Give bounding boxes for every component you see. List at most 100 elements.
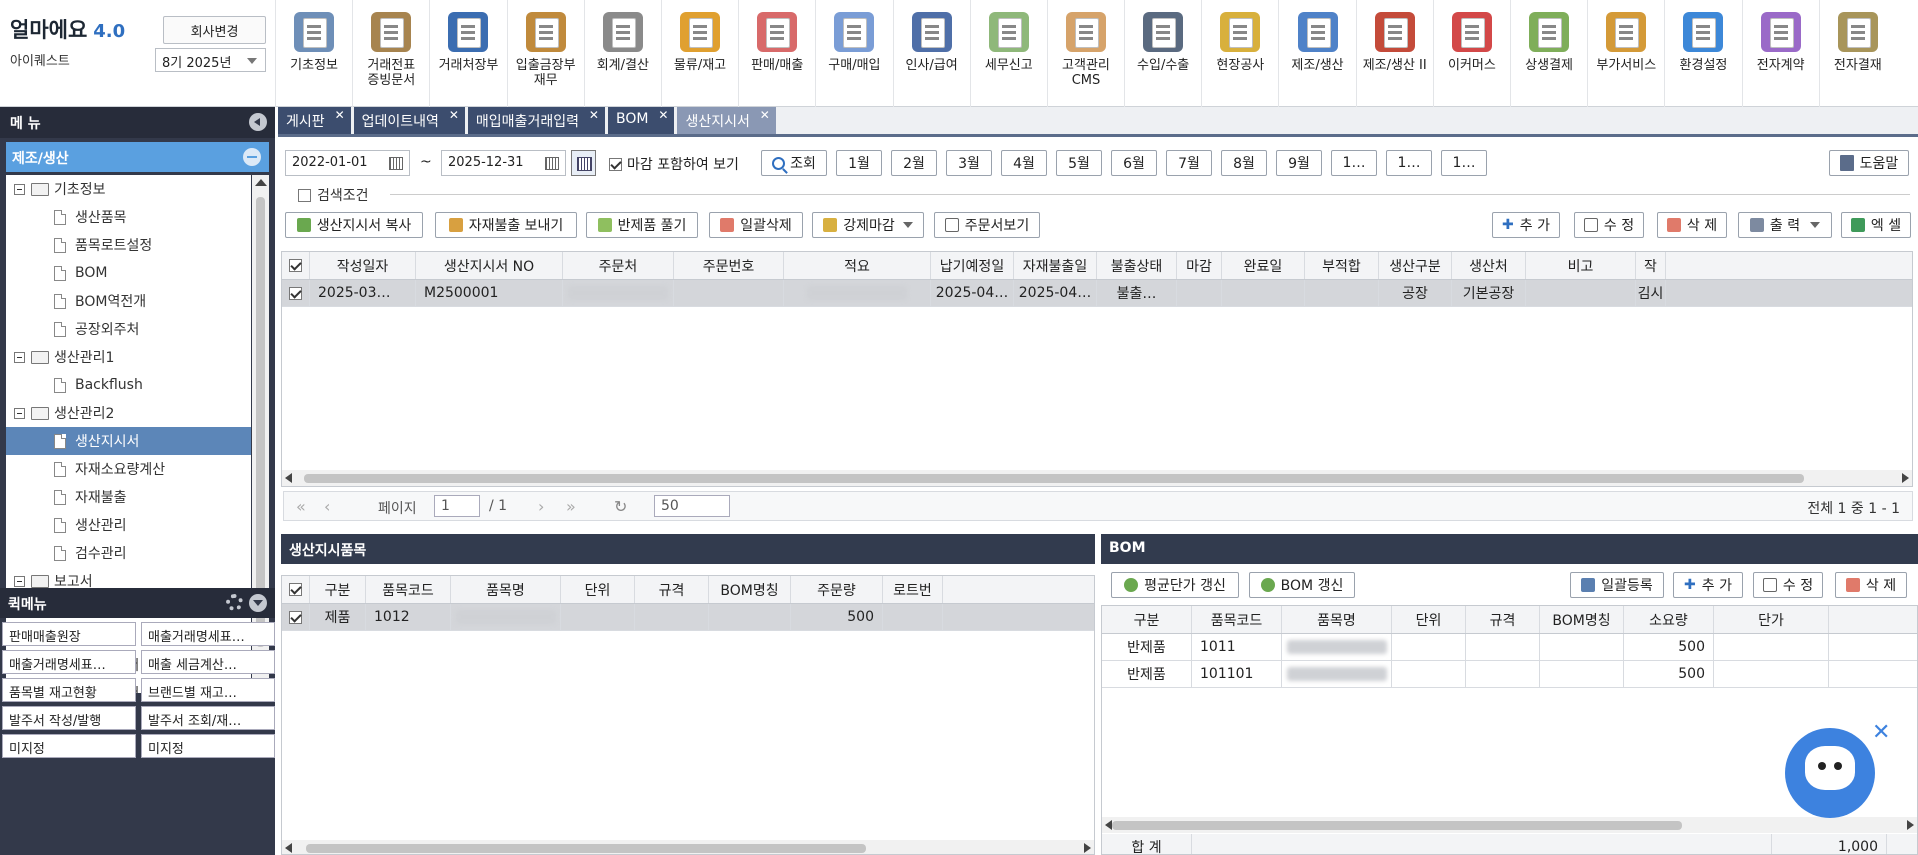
month-button[interactable]: 9월 <box>1276 150 1322 176</box>
close-tab-icon[interactable]: ✕ <box>449 108 459 122</box>
tree-item[interactable]: 자재소요량계산 <box>6 455 251 483</box>
column-header[interactable]: 부적합 <box>1305 252 1379 279</box>
delete-button[interactable]: 삭 제 <box>1657 212 1727 238</box>
quick-menu-item[interactable]: 매출거래명세표… <box>141 622 275 646</box>
month-button[interactable]: 3월 <box>946 150 992 176</box>
topmenu-item[interactable]: 입출금장부 재무 <box>506 0 584 107</box>
period-select[interactable]: 8기 2025년 <box>155 48 266 72</box>
scroll-thumb[interactable] <box>256 197 265 647</box>
chevron-down-icon[interactable] <box>1810 222 1821 228</box>
table-row[interactable]: 반제품 1011 500 <box>1102 634 1917 661</box>
calendar-icon[interactable] <box>545 157 559 170</box>
refresh-icon[interactable]: ↻ <box>614 497 627 516</box>
close-tab-icon[interactable]: ✕ <box>589 108 599 122</box>
month-button[interactable]: 1… <box>1441 150 1487 176</box>
column-header[interactable]: 소요량 <box>1624 606 1714 633</box>
search-button[interactable]: 조회 <box>761 150 827 176</box>
month-button[interactable]: 8월 <box>1221 150 1267 176</box>
month-button[interactable]: 2월 <box>891 150 937 176</box>
row-checkbox[interactable] <box>282 604 310 630</box>
quick-menu-item[interactable]: 발주서 조회/재… <box>141 706 275 730</box>
column-header[interactable]: 구분 <box>1102 606 1192 633</box>
month-button[interactable]: 1… <box>1331 150 1377 176</box>
scroll-right-icon[interactable] <box>1907 820 1914 830</box>
month-button[interactable]: 5월 <box>1056 150 1102 176</box>
topmenu-item[interactable]: 고객관리 CMS <box>1046 0 1124 107</box>
column-header[interactable]: 품목코드 <box>1192 606 1282 633</box>
table-hscrollbar[interactable] <box>282 470 1912 486</box>
avg-price-update-button[interactable]: 평균단가 갱신 <box>1111 572 1239 598</box>
column-header[interactable]: 주문번호 <box>674 252 784 279</box>
checkbox-checked-icon[interactable] <box>289 583 302 596</box>
items-hscrollbar[interactable] <box>282 840 1094 854</box>
close-icon[interactable]: ✕ <box>1872 720 1890 745</box>
page-input[interactable]: 1 <box>434 495 480 517</box>
tree-item[interactable]: 생산관리 <box>6 511 251 539</box>
bom-update-button[interactable]: BOM 갱신 <box>1249 572 1355 598</box>
scroll-right-icon[interactable] <box>1084 843 1091 853</box>
column-header[interactable]: 작성일자 <box>310 252 416 279</box>
unpack-semi-button[interactable]: 반제품 풀기 <box>586 212 698 238</box>
view-order-button[interactable]: 주문서보기 <box>934 212 1040 238</box>
include-closed-checkbox[interactable]: 마감 포함하여 보기 <box>609 154 739 174</box>
quick-menu-item[interactable]: 매출거래명세표… <box>2 650 136 674</box>
last-page-icon[interactable]: » <box>566 497 576 516</box>
collapse-node-icon[interactable] <box>14 183 25 195</box>
quick-menu-item[interactable]: 발주서 작성/발행 <box>2 706 136 730</box>
column-header[interactable]: 작 <box>1636 252 1666 279</box>
tab-item[interactable]: 업데이트내역 ✕ <box>353 107 465 134</box>
topmenu-item[interactable]: 현장공사 <box>1201 0 1278 107</box>
bom-add-button[interactable]: ✚ 추 가 <box>1673 572 1743 598</box>
topmenu-item[interactable]: 환경설정 <box>1664 0 1741 107</box>
column-header[interactable]: BOM명칭 <box>709 576 791 603</box>
calendar-picker-button[interactable] <box>571 150 596 176</box>
bulk-register-button[interactable]: 일괄등록 <box>1570 572 1664 598</box>
scroll-right-icon[interactable] <box>1902 473 1909 483</box>
column-header[interactable]: 주문처 <box>563 252 674 279</box>
topmenu-item[interactable]: 인사/급여 <box>892 0 970 107</box>
column-header[interactable]: 생산지시서 NO <box>416 252 563 279</box>
bom-hscrollbar[interactable] <box>1102 817 1917 833</box>
topmenu-item[interactable]: 구매/매입 <box>815 0 892 107</box>
column-header[interactable]: 비고 <box>1526 252 1636 279</box>
topmenu-item[interactable]: 판매/매출 <box>738 0 815 107</box>
tree-item[interactable]: 생산품목 <box>6 203 251 231</box>
help-button[interactable]: 도움말 <box>1829 150 1909 176</box>
chevron-down-icon[interactable] <box>249 594 267 612</box>
row-checkbox[interactable] <box>282 280 310 306</box>
chevron-down-icon[interactable] <box>902 222 913 228</box>
column-header[interactable]: 완료일 <box>1222 252 1305 279</box>
column-header[interactable]: 생산처 <box>1452 252 1526 279</box>
topmenu-item[interactable]: 부가서비스 <box>1587 0 1664 107</box>
checkbox-checked-icon[interactable] <box>289 259 302 272</box>
topmenu-item[interactable]: 이커머스 <box>1432 0 1510 107</box>
column-header[interactable]: 불출상태 <box>1097 252 1177 279</box>
select-all-checkbox[interactable] <box>282 252 310 279</box>
scroll-left-icon[interactable] <box>285 473 292 483</box>
column-header[interactable]: 자재불출일 <box>1014 252 1097 279</box>
column-header[interactable]: 단가 <box>1714 606 1829 633</box>
column-header[interactable]: 적요 <box>784 252 931 279</box>
topmenu-item[interactable]: 세무신고 <box>969 0 1047 107</box>
search-condition-toggle[interactable]: 검색조건 <box>298 185 369 205</box>
table-row[interactable]: 반제품 101101 500 <box>1102 661 1917 688</box>
quick-menu-item[interactable]: 판매매출원장 <box>2 622 136 646</box>
add-button[interactable]: ✚ 추 가 <box>1492 212 1560 238</box>
copy-order-button[interactable]: 생산지시서 복사 <box>285 212 423 238</box>
tree-item[interactable]: 검수관리 <box>6 539 251 567</box>
column-header[interactable]: 로트번 <box>883 576 943 603</box>
tab-item[interactable]: BOM ✕ <box>607 107 675 134</box>
column-header[interactable]: 단위 <box>1392 606 1466 633</box>
tree-item[interactable]: 생산관리2 <box>6 399 251 427</box>
collapse-group-icon[interactable] <box>243 148 261 166</box>
page-size-select[interactable]: 50 <box>654 495 730 517</box>
month-button[interactable]: 6월 <box>1111 150 1157 176</box>
quick-menu-item[interactable]: 브랜드별 재고… <box>141 678 275 702</box>
gear-icon[interactable] <box>226 594 243 611</box>
column-header[interactable]: 품목명 <box>451 576 561 603</box>
tree-item[interactable]: 자재불출 <box>6 483 251 511</box>
scroll-left-icon[interactable] <box>1105 820 1112 830</box>
column-header[interactable]: 주문량 <box>791 576 883 603</box>
tab-item[interactable]: 게시판 ✕ <box>278 107 351 134</box>
force-close-button[interactable]: 강제마감 <box>812 212 924 238</box>
